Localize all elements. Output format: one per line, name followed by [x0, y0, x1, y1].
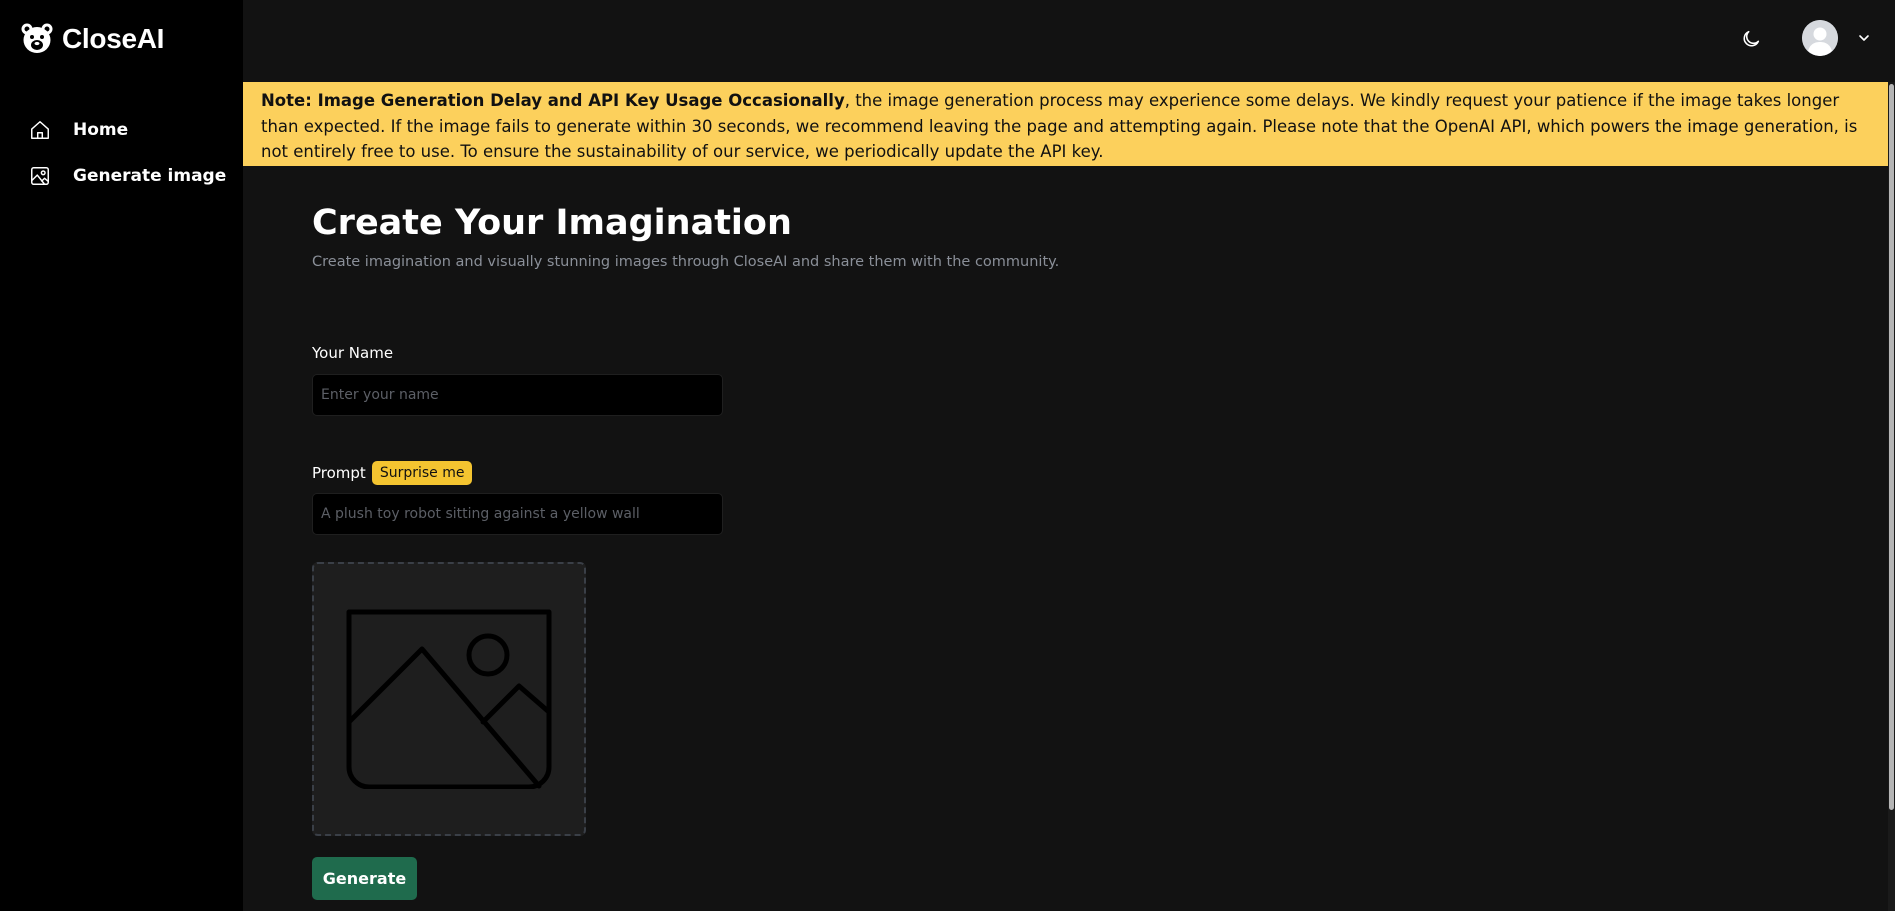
moon-icon[interactable]	[1740, 28, 1762, 50]
surprise-me-button[interactable]: Surprise me	[371, 461, 473, 485]
sidebar-nav: Home Generate image	[0, 107, 243, 199]
app-root: CloseAI Home Generate image Note: Image …	[0, 0, 1895, 911]
name-input[interactable]	[312, 374, 723, 416]
user-avatar-icon	[1802, 20, 1838, 56]
image-preview	[312, 562, 586, 836]
prompt-input[interactable]	[312, 493, 723, 535]
image-placeholder-icon	[346, 609, 552, 789]
prompt-label-row: Prompt Surprise me	[312, 461, 473, 485]
image-icon	[31, 167, 49, 185]
brand-name: CloseAI	[62, 23, 165, 54]
scrollbar-thumb[interactable]	[1889, 84, 1894, 810]
page-title: Create Your Imagination	[312, 203, 792, 243]
sidebar-item-home[interactable]: Home	[0, 107, 243, 153]
prompt-field-label: Prompt	[312, 464, 366, 482]
generate-button[interactable]: Generate	[312, 857, 417, 900]
sidebar-item-generate-image[interactable]: Generate image	[0, 153, 243, 199]
bear-icon	[21, 23, 53, 53]
brand-logo-link[interactable]: CloseAI	[20, 22, 164, 56]
user-avatar[interactable]	[1802, 20, 1838, 56]
top-header	[243, 0, 1895, 82]
banner-heading: Note: Image Generation Delay and API Key…	[261, 91, 845, 110]
chevron-down-icon[interactable]	[1857, 31, 1871, 45]
page-subtitle: Create imagination and visually stunning…	[312, 254, 1060, 270]
notice-banner: Note: Image Generation Delay and API Key…	[243, 82, 1890, 166]
home-icon	[31, 121, 49, 139]
sidebar: CloseAI Home Generate image	[0, 0, 243, 911]
sidebar-item-label: Generate image	[73, 166, 227, 186]
sidebar-item-label: Home	[73, 120, 129, 140]
name-field-label: Your Name	[312, 344, 394, 362]
